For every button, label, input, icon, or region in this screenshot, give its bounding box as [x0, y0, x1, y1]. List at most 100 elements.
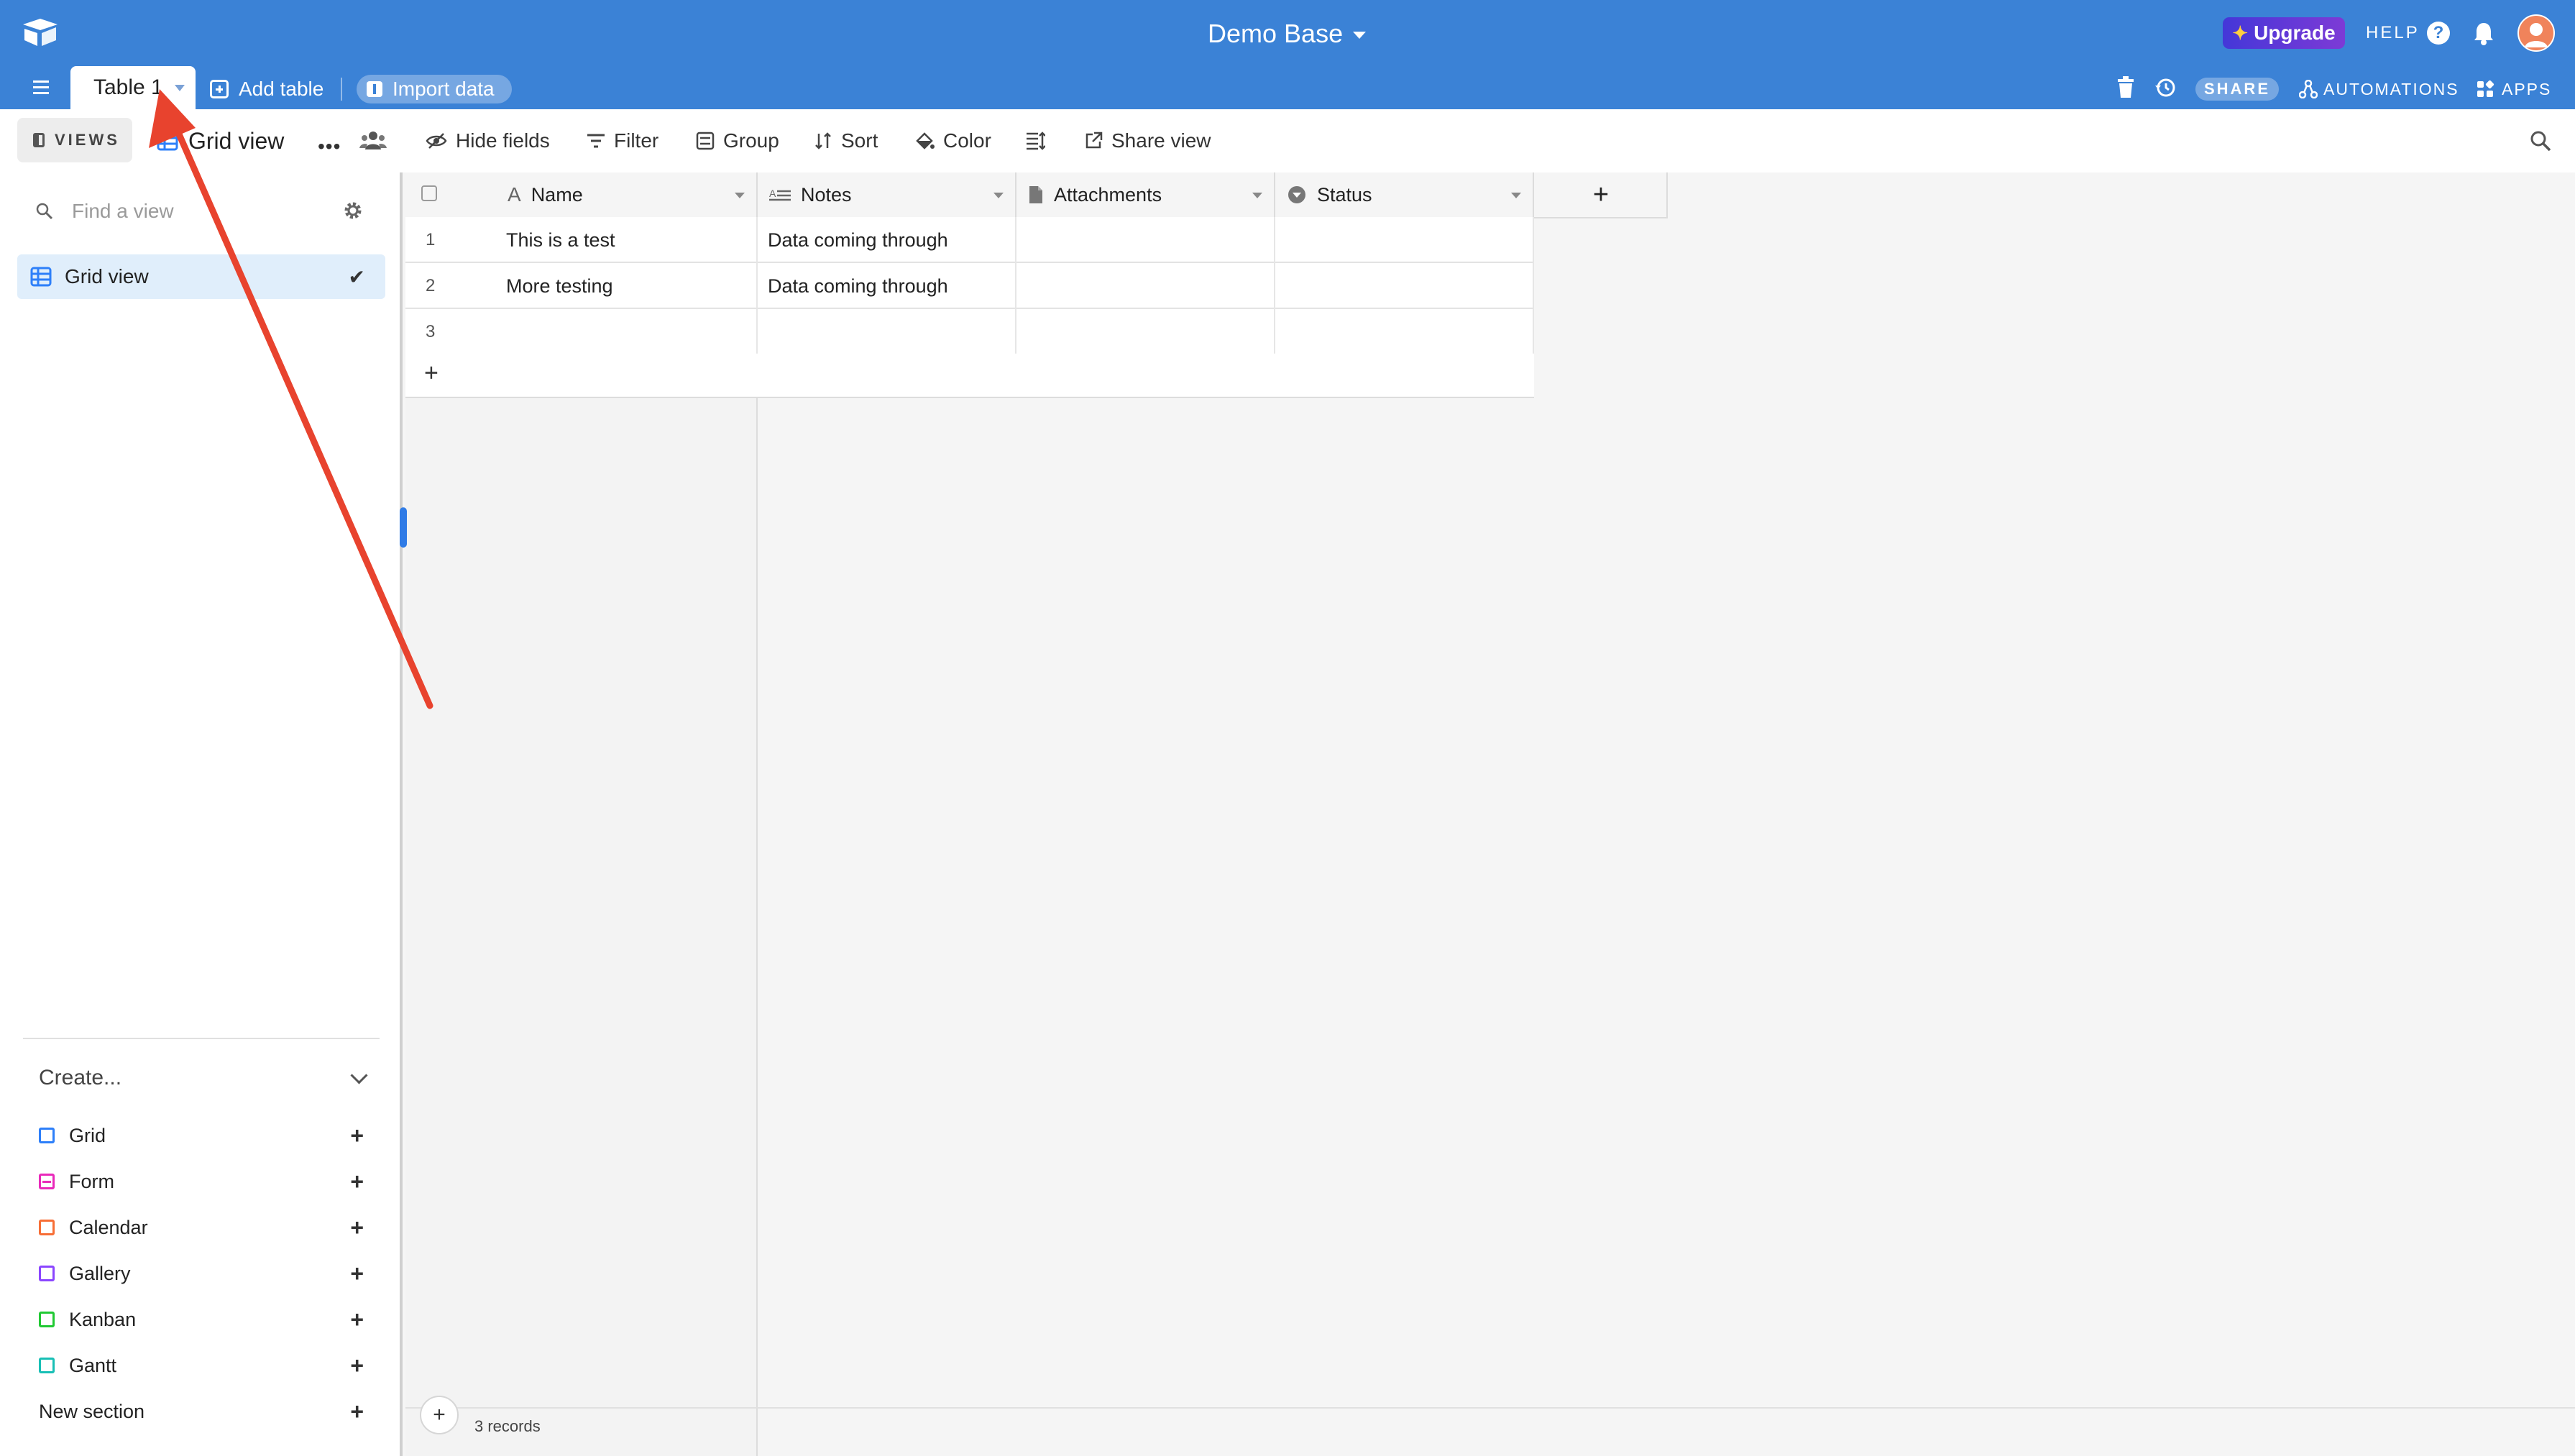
- cell-attachments[interactable]: [1016, 217, 1275, 263]
- cell-name[interactable]: [496, 309, 758, 355]
- cell-name[interactable]: This is a test: [496, 217, 758, 263]
- plus-icon: +: [350, 1306, 364, 1332]
- form-icon: [39, 1174, 55, 1189]
- column-header-attachments[interactable]: Attachments: [1016, 172, 1275, 217]
- history-icon[interactable]: [2154, 76, 2177, 99]
- grid-view-icon: [157, 131, 178, 151]
- table-row[interactable]: 2 More testing Data coming through: [405, 263, 1534, 309]
- apps-button[interactable]: APPS: [2476, 76, 2551, 102]
- create-item-label: Grid: [69, 1124, 106, 1146]
- plus-icon: +: [350, 1214, 364, 1240]
- add-record-button[interactable]: +: [420, 1396, 459, 1434]
- cell-notes[interactable]: Data coming through: [758, 263, 1016, 309]
- chevron-down-icon[interactable]: [735, 193, 745, 198]
- upgrade-button[interactable]: ✦ Upgrade: [2223, 17, 2345, 49]
- row-height-icon: [1027, 132, 1045, 150]
- group-label: Group: [723, 129, 779, 152]
- search-icon[interactable]: [2528, 128, 2553, 154]
- cell-status[interactable]: [1275, 263, 1534, 309]
- column-header-status[interactable]: Status: [1275, 172, 1534, 217]
- filter-button[interactable]: Filter: [587, 124, 658, 158]
- create-section-toggle[interactable]: Create...: [39, 1064, 370, 1092]
- base-title[interactable]: Demo Base: [1208, 16, 1367, 52]
- tab-table-1[interactable]: Table 1: [70, 66, 196, 109]
- chevron-down-icon[interactable]: [993, 193, 1004, 198]
- kanban-icon: [39, 1312, 55, 1327]
- gantt-icon: [39, 1358, 55, 1373]
- import-data-label: Import data: [393, 78, 495, 100]
- row-height-button[interactable]: [1025, 124, 1045, 158]
- create-gantt-view[interactable]: Gantt +: [39, 1351, 364, 1380]
- cell-notes[interactable]: Data coming through: [758, 217, 1016, 263]
- create-calendar-view[interactable]: Calendar +: [39, 1213, 364, 1242]
- automations-button[interactable]: AUTOMATIONS: [2299, 76, 2459, 102]
- sidebar-toggle-icon: [33, 133, 45, 147]
- grid-icon: [39, 1128, 55, 1143]
- cell-attachments[interactable]: [1016, 263, 1275, 309]
- filter-icon: [587, 134, 605, 148]
- plus-icon: [210, 80, 229, 98]
- import-data-button[interactable]: Import data: [357, 75, 512, 103]
- search-icon: [36, 203, 53, 220]
- chevron-down-icon[interactable]: [1511, 193, 1521, 198]
- svg-text:A: A: [769, 188, 776, 199]
- view-name: Grid view: [188, 127, 285, 154]
- color-button[interactable]: Color: [914, 124, 991, 158]
- create-item-label: Form: [69, 1170, 114, 1192]
- chevron-down-icon[interactable]: [174, 84, 185, 91]
- airtable-logo-icon[interactable]: [19, 16, 62, 49]
- find-view-search[interactable]: [35, 195, 372, 227]
- create-gallery-view[interactable]: Gallery +: [39, 1259, 364, 1288]
- hide-fields-button[interactable]: Hide fields: [426, 124, 550, 158]
- sort-button[interactable]: Sort: [814, 124, 878, 158]
- upgrade-label: Upgrade: [2254, 22, 2336, 44]
- collaborators-icon[interactable]: [359, 129, 387, 151]
- new-section-button[interactable]: New section +: [39, 1397, 364, 1426]
- column-header-label: Status: [1317, 183, 1372, 206]
- current-view-title[interactable]: Grid view: [157, 124, 284, 158]
- share-view-button[interactable]: Share view: [1084, 124, 1211, 158]
- long-text-icon: A: [769, 188, 791, 201]
- table-row[interactable]: 3: [405, 309, 1534, 355]
- create-kanban-view[interactable]: Kanban +: [39, 1305, 364, 1334]
- hide-fields-label: Hide fields: [456, 129, 550, 152]
- cell-status[interactable]: [1275, 309, 1534, 355]
- chevron-down-icon: [350, 1066, 368, 1084]
- calendar-icon: [39, 1220, 55, 1235]
- trash-icon[interactable]: [2116, 76, 2135, 99]
- add-field-button[interactable]: +: [1536, 172, 1668, 217]
- group-button[interactable]: Group: [696, 124, 779, 158]
- create-grid-view[interactable]: Grid +: [39, 1121, 364, 1150]
- cell-notes[interactable]: [758, 309, 1016, 355]
- document-icon: [1029, 186, 1042, 203]
- sort-label: Sort: [841, 129, 878, 152]
- create-item-label: Gantt: [69, 1354, 117, 1376]
- create-form-view[interactable]: Form +: [39, 1167, 364, 1196]
- add-record-row[interactable]: [405, 354, 1534, 398]
- cell-attachments[interactable]: [1016, 309, 1275, 355]
- views-toggle-button[interactable]: VIEWS: [17, 118, 132, 162]
- more-options-icon[interactable]: •••: [318, 135, 341, 158]
- bell-icon[interactable]: [2471, 20, 2496, 46]
- add-table-button[interactable]: Add table: [210, 75, 323, 103]
- table-row[interactable]: 1 This is a test Data coming through: [405, 217, 1534, 263]
- gallery-icon: [39, 1266, 55, 1281]
- column-header-notes[interactable]: A Notes: [758, 172, 1016, 217]
- avatar[interactable]: [2517, 14, 2555, 52]
- find-view-input[interactable]: [70, 199, 332, 224]
- plus-icon[interactable]: +: [424, 359, 439, 387]
- cell-name[interactable]: More testing: [496, 263, 758, 309]
- sidebar-item-grid-view[interactable]: Grid view ✔: [17, 254, 385, 299]
- row-number: 1: [426, 230, 436, 249]
- column-header-name[interactable]: A Name: [496, 172, 758, 217]
- sidebar-resize-handle[interactable]: [400, 507, 407, 548]
- gear-icon[interactable]: [342, 200, 364, 221]
- chevron-down-icon[interactable]: [1252, 193, 1262, 198]
- checkmark-icon: ✔: [348, 265, 365, 288]
- help-link[interactable]: HELP: [2366, 23, 2420, 43]
- help-icon[interactable]: ?: [2427, 22, 2450, 45]
- hamburger-menu-icon[interactable]: [29, 78, 53, 98]
- select-all-checkbox[interactable]: [421, 185, 437, 201]
- cell-status[interactable]: [1275, 217, 1534, 263]
- share-button[interactable]: SHARE: [2195, 78, 2279, 101]
